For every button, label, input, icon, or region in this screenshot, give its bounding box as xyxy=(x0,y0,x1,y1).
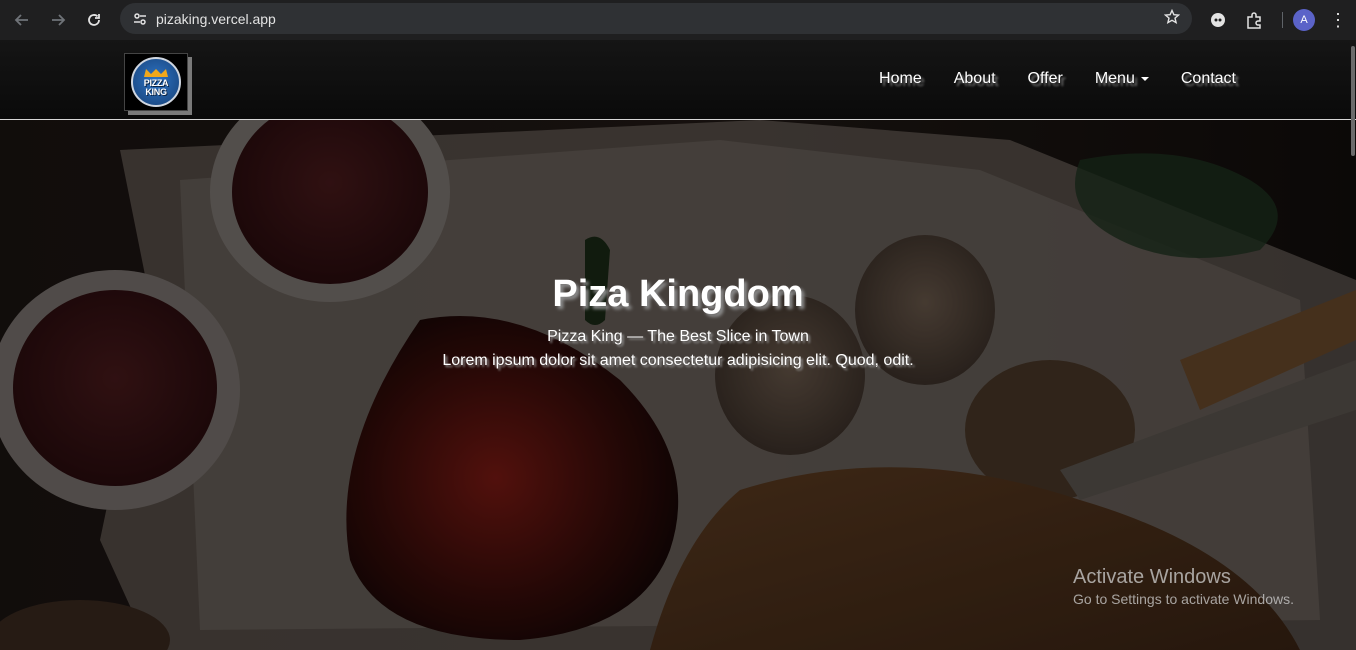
site-info-icon[interactable] xyxy=(124,3,156,34)
forward-icon[interactable] xyxy=(44,6,72,34)
logo-text-line2: KING xyxy=(145,86,167,97)
hero-title: Piza Kingdom xyxy=(552,273,804,315)
nav-offer[interactable]: Offer xyxy=(1028,70,1063,88)
address-bar[interactable]: pizaking.vercel.app xyxy=(120,3,1192,34)
menu-kebab-icon[interactable]: ⋮ xyxy=(1323,10,1353,31)
page-scrollbar[interactable] xyxy=(1350,40,1356,650)
toolbar-actions: A ⋮ xyxy=(1200,0,1353,40)
reload-icon[interactable] xyxy=(80,6,108,34)
star-icon[interactable] xyxy=(1163,8,1181,30)
toolbar-divider xyxy=(1282,12,1283,28)
crown-icon xyxy=(144,68,168,77)
profile-avatar[interactable]: A xyxy=(1293,9,1315,31)
activate-subtitle: Go to Settings to activate Windows. xyxy=(1073,591,1294,607)
nav-menu-dropdown[interactable]: Menu xyxy=(1095,70,1149,88)
hero-subtitle: Pizza King — The Best Slice in Town xyxy=(547,328,809,345)
extension-icon[interactable] xyxy=(1200,2,1236,38)
nav-home[interactable]: Home xyxy=(879,70,922,88)
caret-down-icon xyxy=(1140,77,1149,81)
windows-activation-watermark: Activate Windows Go to Settings to activ… xyxy=(1073,566,1294,607)
nav-menu: Home About Offer Menu Contact xyxy=(847,70,1236,88)
site-navbar: PIZZA KING Home About Offer Menu Contact xyxy=(0,40,1356,120)
activate-title: Activate Windows xyxy=(1073,566,1231,588)
url-text[interactable]: pizaking.vercel.app xyxy=(156,11,276,27)
nav-about[interactable]: About xyxy=(954,70,996,88)
site-logo[interactable]: PIZZA KING xyxy=(124,53,188,111)
puzzle-icon[interactable] xyxy=(1236,2,1272,38)
scrollbar-thumb[interactable] xyxy=(1351,46,1355,156)
webpage: PIZZA KING Home About Offer Menu Contact xyxy=(0,40,1356,650)
hero-description: Lorem ipsum dolor sit amet consectetur a… xyxy=(442,352,914,369)
nav-contact[interactable]: Contact xyxy=(1181,70,1236,88)
nav-menu-label: Menu xyxy=(1094,70,1135,87)
logo-badge: PIZZA KING xyxy=(131,57,181,107)
browser-toolbar: pizaking.vercel.app A ⋮ xyxy=(0,0,1356,40)
back-icon[interactable] xyxy=(8,6,36,34)
